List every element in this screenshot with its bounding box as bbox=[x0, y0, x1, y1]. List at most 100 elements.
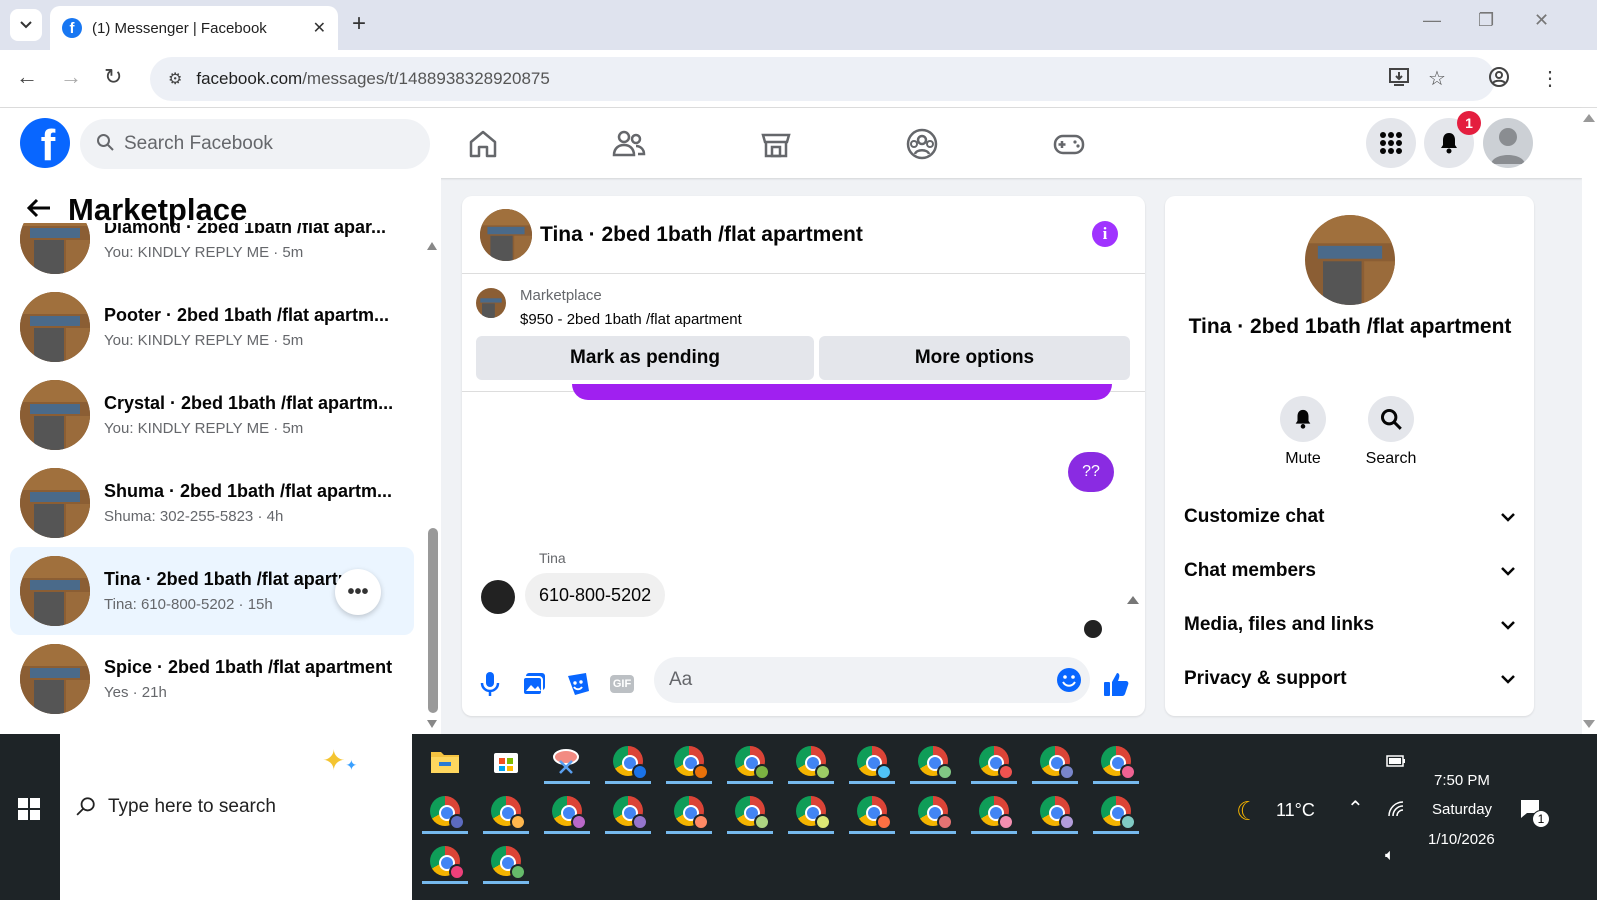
scroll-up-icon[interactable] bbox=[427, 242, 437, 250]
chrome-profile-icon[interactable] bbox=[420, 788, 470, 834]
gif-icon[interactable]: GIF bbox=[608, 670, 636, 698]
menu-grid-button[interactable] bbox=[1366, 118, 1416, 168]
close-tab-icon[interactable]: ✕ bbox=[313, 18, 326, 38]
account-avatar[interactable] bbox=[1483, 118, 1533, 168]
info-icon[interactable]: i bbox=[1092, 221, 1118, 247]
sender-avatar[interactable] bbox=[481, 580, 515, 614]
chrome-profile-icon[interactable] bbox=[481, 838, 531, 884]
mark-as-pending-button[interactable]: Mark as pending bbox=[476, 336, 814, 380]
chrome-profile-icon[interactable] bbox=[542, 788, 592, 834]
copilot-sparkle-icon[interactable]: ✦✦ bbox=[322, 744, 357, 777]
url-bar[interactable]: ⚙ facebook.com/messages/t/14889383289208… bbox=[150, 57, 1495, 101]
show-hidden-icons-chevron-icon[interactable]: ⌃ bbox=[1347, 796, 1364, 821]
windows-start-icon[interactable] bbox=[18, 798, 40, 820]
chrome-profile-icon[interactable] bbox=[664, 738, 714, 784]
friends-icon[interactable] bbox=[610, 125, 648, 163]
media-files-links-section[interactable]: Media, files and links bbox=[1184, 605, 1516, 645]
microsoft-store-icon[interactable] bbox=[481, 738, 531, 784]
bookmark-star-icon[interactable]: ☆ bbox=[1428, 66, 1446, 91]
chat-info-avatar[interactable] bbox=[1305, 215, 1395, 305]
customize-chat-section[interactable]: Customize chat bbox=[1184, 497, 1516, 537]
chat-row-spice[interactable]: Spice · 2bed 1bath /flat apartment Yes · … bbox=[10, 635, 414, 723]
gaming-icon[interactable] bbox=[1050, 125, 1088, 163]
chrome-profile-icon[interactable] bbox=[908, 738, 958, 784]
chat-row-pooter[interactable]: Pooter · 2bed 1bath /flat apartm... You: … bbox=[10, 283, 414, 371]
search-in-chat-button[interactable]: Search bbox=[1346, 396, 1436, 468]
chat-row-crystal[interactable]: Crystal · 2bed 1bath /flat apartm... You:… bbox=[10, 371, 414, 459]
chrome-profile-icon[interactable] bbox=[420, 838, 470, 884]
profile-icon[interactable] bbox=[1488, 66, 1510, 94]
taskbar-search-box[interactable]: ✦✦ bbox=[60, 734, 412, 900]
chrome-profile-icon[interactable] bbox=[908, 788, 958, 834]
scroll-down-icon[interactable] bbox=[427, 720, 437, 728]
chrome-profile-icon[interactable] bbox=[786, 738, 836, 784]
sticker-icon[interactable] bbox=[564, 670, 592, 698]
weather-temperature[interactable]: 11°C bbox=[1276, 800, 1315, 821]
home-icon[interactable] bbox=[464, 125, 502, 163]
chrome-profile-icon[interactable] bbox=[786, 788, 836, 834]
more-options-button[interactable]: More options bbox=[819, 336, 1130, 380]
snipping-tool-icon[interactable] bbox=[542, 738, 592, 784]
browser-tab[interactable]: f (1) Messenger | Facebook ✕ bbox=[50, 6, 338, 50]
chrome-profile-icon[interactable] bbox=[1091, 738, 1141, 784]
incoming-message-bubble[interactable]: 610-800-5202 bbox=[525, 573, 666, 617]
file-explorer-icon[interactable] bbox=[420, 738, 470, 784]
page-scrollbar[interactable] bbox=[1582, 108, 1597, 734]
like-thumbs-up-icon[interactable] bbox=[1102, 670, 1130, 698]
facebook-search-input[interactable] bbox=[124, 133, 404, 155]
chrome-profile-icon[interactable] bbox=[847, 788, 897, 834]
site-info-icon[interactable]: ⚙ bbox=[168, 69, 182, 89]
browser-menu-icon[interactable]: ⋮ bbox=[1540, 66, 1560, 91]
chrome-profile-icon[interactable] bbox=[603, 788, 653, 834]
clock-day[interactable]: Saturday bbox=[1432, 801, 1492, 818]
minimize-icon[interactable]: — bbox=[1423, 10, 1441, 31]
chrome-profile-icon[interactable] bbox=[1091, 788, 1141, 834]
chat-row-shuma[interactable]: Shuma · 2bed 1bath /flat apartm... Shuma:… bbox=[10, 459, 414, 547]
microphone-icon[interactable] bbox=[476, 670, 504, 698]
facebook-logo-icon[interactable]: f bbox=[20, 118, 70, 168]
scroll-up-icon[interactable] bbox=[1583, 114, 1595, 122]
message-input[interactable] bbox=[669, 669, 1029, 691]
scroll-down-icon[interactable] bbox=[1583, 720, 1595, 728]
privacy-support-section[interactable]: Privacy & support bbox=[1184, 659, 1516, 699]
outgoing-message-bubble[interactable]: ?? bbox=[1068, 452, 1114, 492]
groups-icon[interactable] bbox=[903, 125, 941, 163]
chrome-profile-icon[interactable] bbox=[481, 788, 531, 834]
chrome-profile-icon[interactable] bbox=[725, 788, 775, 834]
forward-icon[interactable]: → bbox=[60, 64, 82, 90]
install-app-icon[interactable] bbox=[1388, 66, 1410, 94]
scrollbar-thumb[interactable] bbox=[428, 528, 438, 713]
new-tab-button[interactable]: + bbox=[352, 10, 366, 38]
photo-icon[interactable] bbox=[520, 670, 548, 698]
marketplace-icon[interactable] bbox=[757, 125, 795, 163]
close-window-icon[interactable]: ✕ bbox=[1534, 10, 1549, 31]
chrome-profile-icon[interactable] bbox=[603, 738, 653, 784]
clock-time[interactable]: 7:50 PM bbox=[1434, 772, 1490, 789]
chrome-profile-icon[interactable] bbox=[664, 788, 714, 834]
tab-search-button[interactable] bbox=[10, 9, 42, 41]
chrome-profile-icon[interactable] bbox=[1030, 788, 1080, 834]
chat-members-section[interactable]: Chat members bbox=[1184, 551, 1516, 591]
chrome-profile-icon[interactable] bbox=[969, 788, 1019, 834]
wifi-icon[interactable] bbox=[1387, 800, 1407, 818]
taskbar-search-input[interactable] bbox=[108, 796, 368, 818]
back-arrow-icon[interactable] bbox=[26, 194, 52, 226]
mute-button[interactable]: Mute bbox=[1258, 396, 1348, 468]
conversation-avatar[interactable] bbox=[480, 208, 532, 261]
volume-icon[interactable]: 🔈︎ bbox=[1385, 847, 1395, 865]
restore-icon[interactable]: ❐ bbox=[1478, 10, 1494, 31]
message-input-box[interactable] bbox=[654, 657, 1090, 703]
scroll-up-icon[interactable] bbox=[1127, 596, 1139, 604]
chat-row-diamond[interactable]: Diamond · 2bed 1bath /flat apar... You: K… bbox=[10, 223, 414, 283]
chrome-profile-icon[interactable] bbox=[725, 738, 775, 784]
chat-more-options-button[interactable]: ••• bbox=[335, 569, 381, 615]
reload-icon[interactable]: ↻ bbox=[104, 64, 122, 90]
weather-moon-icon[interactable]: ☾ bbox=[1236, 796, 1259, 827]
facebook-search-box[interactable] bbox=[80, 119, 430, 169]
chrome-profile-icon[interactable] bbox=[969, 738, 1019, 784]
clock-date[interactable]: 1/10/2026 bbox=[1428, 831, 1495, 848]
back-icon[interactable]: ← bbox=[16, 64, 38, 90]
emoji-icon[interactable] bbox=[1056, 667, 1082, 693]
conversation-title[interactable]: Tina · 2bed 1bath /flat apartment bbox=[540, 223, 863, 247]
battery-icon[interactable] bbox=[1386, 754, 1406, 768]
